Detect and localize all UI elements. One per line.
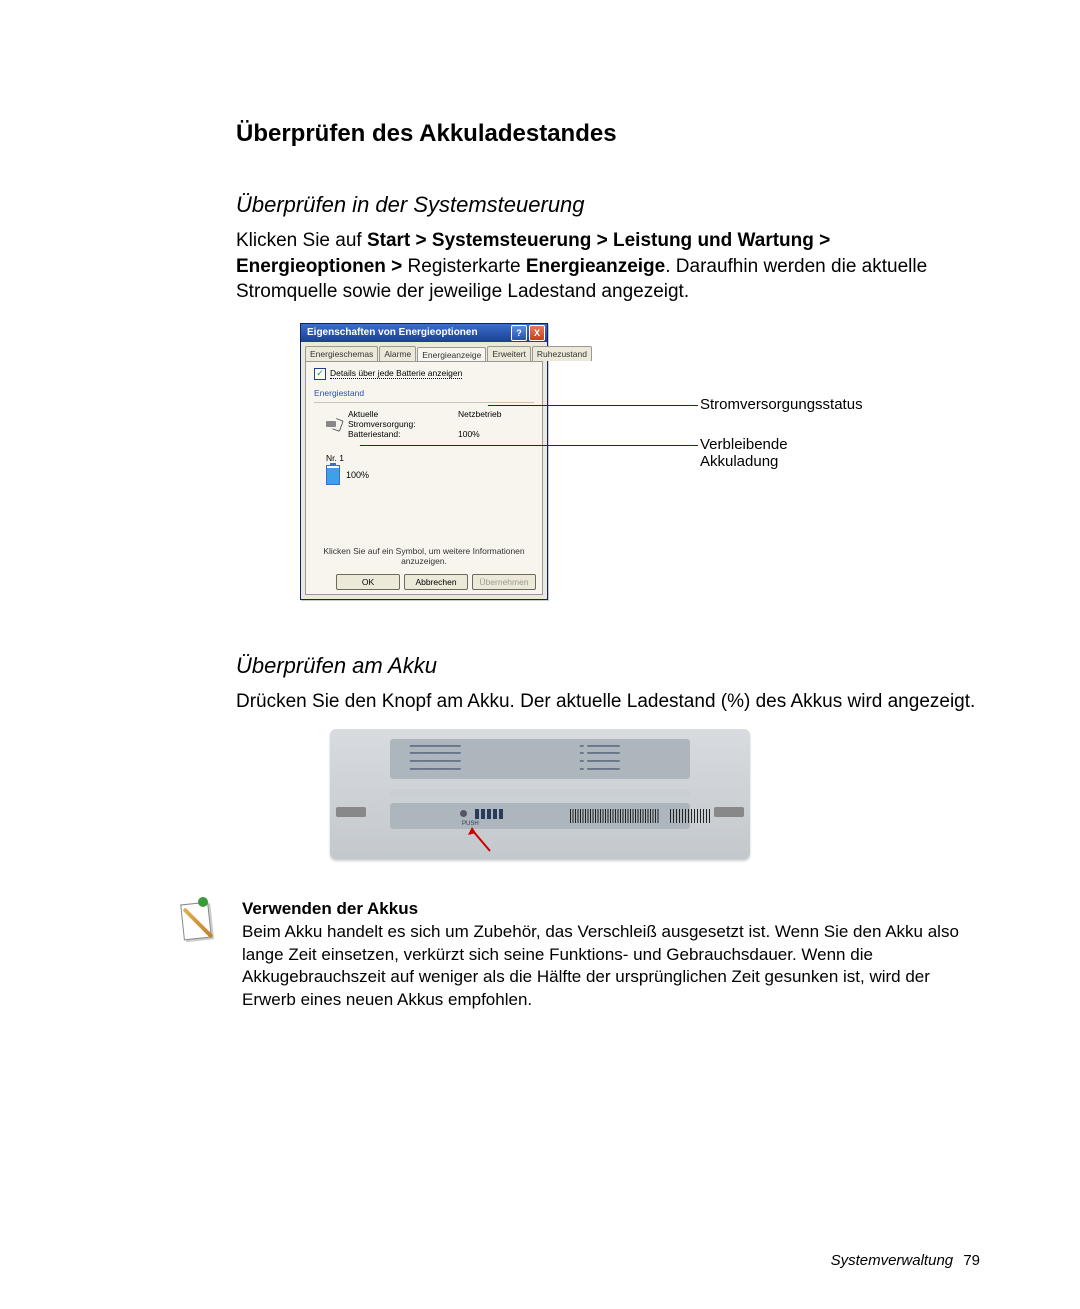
group-label: Energiestand [314, 388, 534, 398]
footer-section: Systemverwaltung [831, 1252, 954, 1269]
tab-ruhezustand[interactable]: Ruhezustand [532, 346, 592, 361]
battery-push-dot [460, 810, 467, 817]
section1-paragraph: Klicken Sie auf Start > Systemsteuerung … [236, 228, 980, 305]
section2-title: Überprüfen am Akku [236, 653, 980, 679]
close-icon[interactable]: X [529, 325, 545, 341]
intro-pre: Klicken Sie auf [236, 230, 367, 251]
dialog-titlebar: Eigenschaften von Energieoptionen ? X [301, 324, 547, 342]
barcode-icon [670, 809, 710, 823]
tab-energieschemas[interactable]: Energieschemas [305, 346, 378, 361]
intro-mid: Registerkarte [402, 256, 526, 277]
dialog-figure: Eigenschaften von Energieoptionen ? X En… [300, 323, 860, 625]
tab-alarme[interactable]: Alarme [379, 346, 416, 361]
note-title: Verwenden der Akkus [242, 899, 980, 919]
dialog-hint: Klicken Sie auf ein Symbol, um weitere I… [316, 546, 532, 566]
apply-button[interactable]: Übernehmen [472, 574, 536, 590]
supply-label: Aktuelle Stromversorgung: [348, 409, 448, 429]
divider [314, 402, 534, 403]
push-label: PUSH [462, 821, 479, 827]
note-text: Beim Akku handelt es sich um Zubehör, da… [242, 921, 980, 1013]
help-icon[interactable]: ? [511, 325, 527, 341]
power-options-dialog: Eigenschaften von Energieoptionen ? X En… [300, 323, 548, 600]
details-checkbox[interactable]: ✓ [314, 368, 326, 380]
tab-energieanzeige[interactable]: Energieanzeige [417, 347, 486, 362]
dialog-tabs: Energieschemas Alarme Energieanzeige Erw… [301, 342, 547, 361]
plug-icon [324, 417, 342, 431]
tab-erweitert[interactable]: Erweitert [487, 346, 531, 361]
section1-title: Überprüfen in der Systemsteuerung [236, 192, 980, 218]
callout-remaining: Verbleibende Akkuladung [700, 436, 860, 470]
battery-illustration: ━━━━━━━━━━━━━━ ━━━━━━━━━━━━━━ ━━━━━━━━━━… [330, 729, 750, 859]
callout-line [360, 445, 698, 446]
battery-level-bars [475, 809, 503, 819]
footer-page: 79 [963, 1252, 980, 1269]
battery-nr: Nr. 1 [326, 453, 534, 463]
note-icon [176, 899, 222, 945]
page-footer: Systemverwaltung 79 [831, 1252, 980, 1269]
supply-value: Netzbetrieb [458, 409, 501, 429]
dialog-panel: ✓ Details über jede Batterie anzeigen En… [305, 361, 543, 595]
details-checkbox-label: Details über jede Batterie anzeigen [330, 368, 462, 379]
section2-text: Drücken Sie den Knopf am Akku. Der aktue… [236, 689, 980, 715]
callout-status: Stromversorgungsstatus [700, 396, 863, 413]
page-heading: Überprüfen des Akkuladestandes [236, 120, 980, 148]
battery-icon[interactable] [326, 465, 340, 485]
cancel-button[interactable]: Abbrechen [404, 574, 468, 590]
intro-tab: Energieanzeige [526, 256, 665, 277]
dialog-title: Eigenschaften von Energieoptionen [307, 327, 478, 338]
callout-line [488, 405, 698, 406]
level-label: Batteriestand: [348, 429, 448, 439]
battery-pct: 100% [346, 470, 369, 480]
ok-button[interactable]: OK [336, 574, 400, 590]
barcode-icon [570, 809, 660, 823]
level-value: 100% [458, 429, 480, 439]
